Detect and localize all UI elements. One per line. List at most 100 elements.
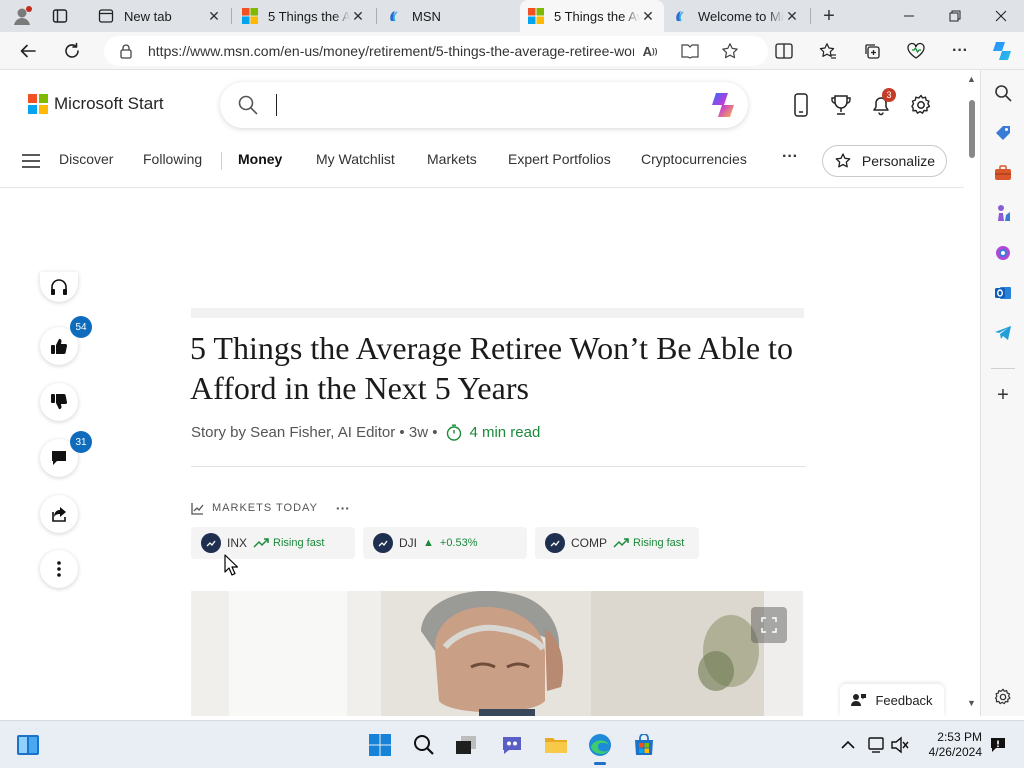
copilot-icon[interactable] xyxy=(988,37,1016,65)
tab-welcome[interactable]: Welcome to Microsoft ✕ xyxy=(664,0,808,32)
games-chess-icon[interactable] xyxy=(992,202,1014,224)
markets-more-icon[interactable]: ··· xyxy=(336,500,350,516)
outlook-icon[interactable] xyxy=(992,282,1014,304)
tab-actions-icon[interactable] xyxy=(46,2,74,30)
taskbar-clock[interactable]: 2:53 PM 4/26/2024 xyxy=(922,730,982,760)
tab-retiree-article-1[interactable]: 5 Things the Average Retiree ✕ xyxy=(234,0,374,32)
copilot-search-icon[interactable] xyxy=(708,91,738,124)
ticker-trend: Rising fast xyxy=(613,537,684,549)
nav-my-watchlist[interactable]: My Watchlist xyxy=(316,151,395,167)
tools-briefcase-icon[interactable] xyxy=(992,162,1014,184)
restore-button[interactable] xyxy=(932,0,978,32)
microsoft-365-icon[interactable] xyxy=(992,242,1014,264)
microsoft-logo-icon xyxy=(28,94,48,114)
favorite-star-icon[interactable] xyxy=(720,41,740,61)
notification-center-icon[interactable] xyxy=(982,729,1014,761)
split-screen-icon[interactable] xyxy=(770,37,798,65)
rewards-trophy-icon[interactable] xyxy=(828,92,854,118)
ticker-chip-inx[interactable]: INX Rising fast xyxy=(191,527,355,559)
markets-today-header: MARKETS TODAY ··· xyxy=(191,500,350,516)
nav-money[interactable]: Money xyxy=(238,151,282,167)
ticker-chip-dji[interactable]: DJI ▲ +0.53% xyxy=(363,527,527,559)
microsoft-store-icon[interactable] xyxy=(628,729,660,761)
add-sidebar-app-icon[interactable]: + xyxy=(992,384,1014,406)
mobile-app-icon[interactable] xyxy=(788,92,814,118)
fullscreen-expand-button[interactable] xyxy=(751,607,787,643)
lock-icon[interactable] xyxy=(116,41,136,61)
settings-more-icon[interactable]: ··· xyxy=(946,37,974,65)
close-window-button[interactable] xyxy=(978,0,1024,32)
clock-date: 4/26/2024 xyxy=(928,745,982,759)
notifications-bell-icon[interactable]: 3 xyxy=(868,88,896,118)
text-caret xyxy=(276,94,277,116)
close-tab-icon[interactable]: ✕ xyxy=(206,8,222,25)
immersive-reader-icon[interactable] xyxy=(680,41,700,61)
nav-discover[interactable]: Discover xyxy=(59,151,113,167)
nav-more-icon[interactable]: ··· xyxy=(782,148,798,166)
search-input[interactable] xyxy=(220,82,748,128)
comment-icon xyxy=(52,451,66,465)
widgets-icon[interactable] xyxy=(12,729,44,761)
ticker-chip-comp[interactable]: COMP Rising fast xyxy=(535,527,699,559)
scroll-up-arrow-icon[interactable]: ▲ xyxy=(967,74,976,84)
nav-following[interactable]: Following xyxy=(143,151,202,167)
share-icon xyxy=(52,507,66,522)
tab-msn[interactable]: MSN xyxy=(378,0,518,32)
send-telegram-icon[interactable] xyxy=(992,322,1014,344)
notification-badge: 3 xyxy=(882,88,896,102)
minimize-button[interactable] xyxy=(886,0,932,32)
feedback-icon xyxy=(851,693,867,707)
more-vertical-icon xyxy=(57,561,61,577)
sidebar-search-icon[interactable] xyxy=(992,82,1014,104)
page-scrollbar[interactable]: ▲ ▼ xyxy=(964,70,980,716)
browser-essentials-icon[interactable] xyxy=(902,37,930,65)
tab-label: 5 Things the Average Retiree xyxy=(554,8,640,24)
more-options-button[interactable] xyxy=(40,550,78,588)
volume-muted-icon[interactable] xyxy=(884,729,916,761)
tab-new-tab[interactable]: New tab ✕ xyxy=(90,0,230,32)
address-bar[interactable]: https://www.msn.com/en-us/money/retireme… xyxy=(104,36,768,66)
refresh-icon[interactable] xyxy=(58,37,86,65)
new-tab-button[interactable]: + xyxy=(815,2,843,30)
microsoft-start-logo[interactable]: Microsoft Start xyxy=(28,94,164,114)
profile-icon[interactable] xyxy=(8,2,36,30)
msn-icon xyxy=(386,8,402,24)
tab-label: MSN xyxy=(412,8,441,24)
nav-expert-portfolios[interactable]: Expert Portfolios xyxy=(508,151,611,167)
favorites-icon[interactable] xyxy=(814,37,842,65)
shopping-tag-icon[interactable] xyxy=(992,122,1014,144)
edge-browser-icon[interactable] xyxy=(584,729,616,765)
read-aloud-icon[interactable]: A)) xyxy=(640,41,660,61)
close-tab-icon[interactable]: ✕ xyxy=(784,8,800,25)
thumbs-up-icon xyxy=(51,338,68,354)
personalize-button[interactable]: Personalize xyxy=(822,145,947,177)
like-count: 54 xyxy=(70,316,92,338)
collections-icon[interactable] xyxy=(858,37,886,65)
listen-button[interactable] xyxy=(40,272,78,302)
nav-markets[interactable]: Markets xyxy=(427,151,477,167)
expand-icon xyxy=(761,617,777,633)
feedback-button[interactable]: Feedback xyxy=(840,684,944,716)
article-hero-image[interactable] xyxy=(191,591,803,716)
start-windows-icon[interactable] xyxy=(364,729,396,761)
scrollbar-thumb[interactable] xyxy=(969,100,975,158)
file-explorer-icon[interactable] xyxy=(540,729,572,761)
settings-gear-icon[interactable] xyxy=(908,92,934,118)
scroll-down-arrow-icon[interactable]: ▼ xyxy=(967,698,976,708)
dislike-button[interactable] xyxy=(40,383,78,421)
close-tab-icon[interactable]: ✕ xyxy=(350,8,366,25)
task-view-icon[interactable] xyxy=(450,729,482,761)
feedback-label: Feedback xyxy=(875,692,933,708)
url-text[interactable]: https://www.msn.com/en-us/money/retireme… xyxy=(148,43,634,59)
back-icon[interactable] xyxy=(14,37,42,65)
tab-retiree-article-active[interactable]: 5 Things the Average Retiree ✕ xyxy=(520,0,664,32)
hamburger-menu-icon[interactable] xyxy=(22,154,40,173)
close-tab-icon[interactable]: ✕ xyxy=(640,8,656,25)
share-button[interactable] xyxy=(40,495,78,533)
personalize-label: Personalize xyxy=(861,153,936,169)
tab-label: New tab xyxy=(124,8,172,24)
sidebar-settings-icon[interactable] xyxy=(992,686,1014,708)
taskbar-search-icon[interactable] xyxy=(408,729,440,761)
nav-cryptocurrencies[interactable]: Cryptocurrencies xyxy=(641,151,747,167)
teams-chat-icon[interactable] xyxy=(496,729,528,761)
